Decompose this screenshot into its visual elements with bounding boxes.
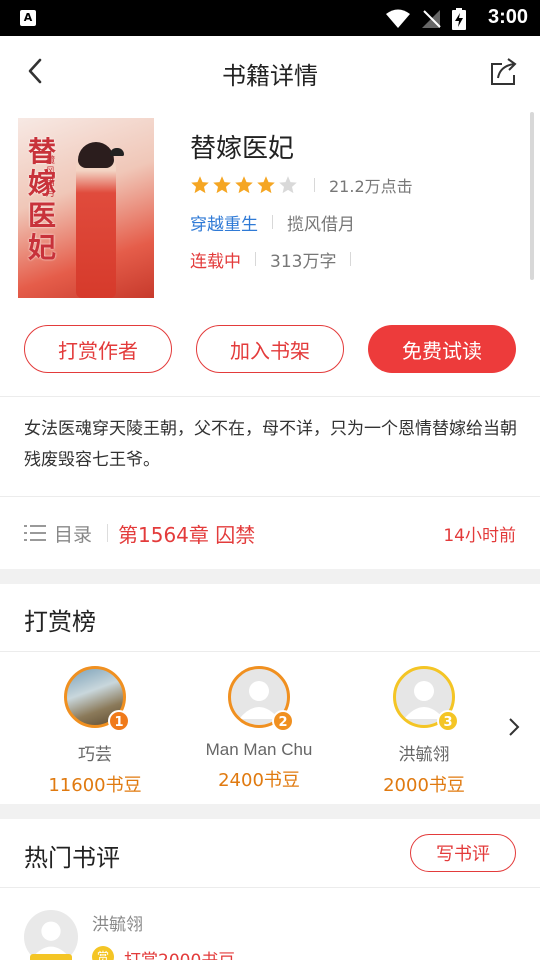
tips-section-title: 打赏榜 [24,608,96,636]
status-icons [386,8,466,30]
tip-badge-icon: 赏 [92,946,114,960]
star-rating [190,175,300,195]
review-item[interactable]: 洪毓翎 赏 打赏2000书豆 [0,888,540,960]
tipper-amount: 11600书豆 [48,775,142,796]
book-header: 替嫁医妃 攬风借月 替嫁医妃 21.2万点击 穿越重生 揽风借月 连载中 313… [0,108,540,318]
add-to-shelf-button[interactable]: 加入书架 [196,325,344,373]
avatar: 2 [228,666,294,732]
star-filled-icon [191,176,209,194]
divider [107,524,108,542]
cover-figure-hair [78,142,114,168]
click-count: 21.2万点击 [329,177,413,196]
cover-bird [110,148,124,156]
book-description[interactable]: 女法医魂穿天陵王朝，父不在，母不详，只为一个恩情替嫁给当朝残废毁容七王爷。 [24,414,520,476]
rating-row: 21.2万点击 [190,174,413,196]
star-filled-icon [235,176,253,194]
status-row: 连载中 313万字 [190,248,365,272]
divider [0,396,540,397]
star-filled-icon [257,176,275,194]
tipper-amount: 2000书豆 [383,775,465,796]
toc-row[interactable]: 目录 第1564章 囚禁 14小时前 [0,497,540,569]
serial-status: 连载中 [190,251,241,272]
tips-leaderboard: 1 巧芸 11600书豆 2 Man Man Chu 2400书豆 3 洪毓翎 … [0,652,540,804]
divider [272,215,273,229]
vip-badge [30,954,72,960]
divider [314,178,315,192]
rank-badge: 2 [272,710,294,732]
cover-author-art: 攬风借月 [46,156,56,199]
tipper-item[interactable]: 2 Man Man Chu 2400书豆 [184,666,334,792]
latest-chapter-link[interactable]: 第1564章 囚禁 [118,519,255,548]
tipper-name: Man Man Chu [205,740,313,759]
author-link[interactable]: 揽风借月 [287,210,355,235]
write-review-button[interactable]: 写书评 [410,834,516,872]
list-icon [24,525,46,541]
clock: 3:00 [487,6,528,28]
tipper-name: 巧芸 [78,745,112,764]
top-nav-bar: 书籍详情 [0,36,540,108]
reviewer-name: 洪毓翎 [92,915,143,935]
tipper-name: 洪毓翎 [398,745,450,764]
toc-label[interactable]: 目录 [54,520,92,547]
avatar: 3 [393,666,459,732]
free-read-button[interactable]: 免费试读 [368,325,516,373]
update-time: 14小时前 [443,526,516,546]
tipper-item[interactable]: 3 洪毓翎 2000书豆 [349,666,499,797]
reviews-section-title: 热门书评 [24,844,120,872]
divider [255,252,256,266]
section-gap [0,804,540,819]
wifi-icon [386,9,410,28]
book-title: 替嫁医妃 [190,134,295,164]
avatar: 1 [64,666,130,732]
status-bar: A 3:00 [0,0,540,36]
action-buttons: 打赏作者 加入书架 免费试读 [0,325,540,373]
tipper-amount: 2400书豆 [218,770,300,791]
tipper-item[interactable]: 1 巧芸 11600书豆 [20,666,170,797]
star-empty-icon [279,176,297,194]
page-title: 书籍详情 [222,62,318,90]
book-cover[interactable]: 替嫁医妃 攬风借月 [18,118,154,298]
chevron-right-icon[interactable] [506,716,522,738]
rank-badge: 3 [437,710,459,732]
share-icon [491,58,517,85]
reviewer-avatar [24,910,78,960]
no-signal-icon [422,10,441,28]
user-icon [31,921,71,959]
star-filled-icon [213,176,231,194]
share-button[interactable] [488,56,520,88]
battery-charging-icon [452,8,466,30]
word-count: 313万字 [270,251,337,272]
cover-figure [76,148,116,298]
app-notification-icon: A [20,10,36,26]
section-gap [0,569,540,584]
tip-author-button[interactable]: 打赏作者 [24,325,172,373]
divider [350,252,352,266]
category-row: 穿越重生 揽风借月 [190,210,355,235]
category-link[interactable]: 穿越重生 [190,210,258,235]
rank-badge: 1 [108,710,130,732]
review-tip-text: 打赏2000书豆 [124,946,235,960]
